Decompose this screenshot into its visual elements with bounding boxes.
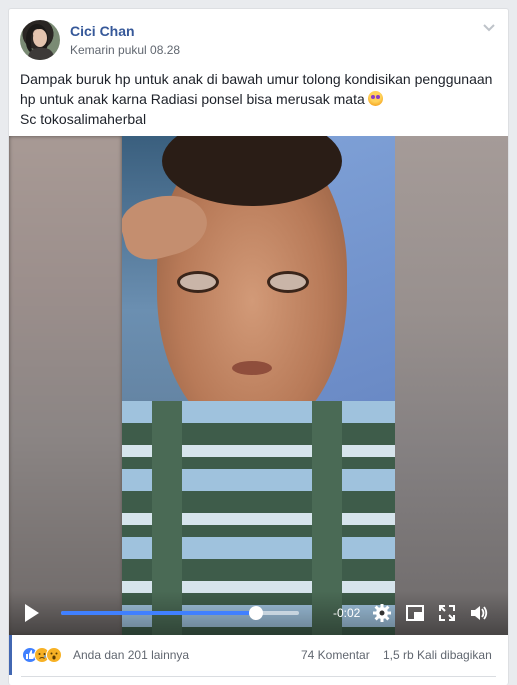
wow-reaction-icon: [46, 647, 62, 663]
woozy-face-emoji-icon: [367, 91, 383, 106]
post-header: Cici Chan Kemarin pukul 08.28: [20, 20, 497, 62]
reactions-summary[interactable]: Anda dan 201 lainnya: [73, 648, 189, 662]
post-options-chevron-icon[interactable]: [481, 20, 497, 36]
gear-icon[interactable]: [372, 603, 392, 623]
post-timestamp[interactable]: Kemarin pukul 08.28: [70, 43, 180, 57]
video-progress-fill: [61, 611, 257, 615]
post-text-line: Dampak buruk hp untuk anak di bawah umur…: [20, 71, 493, 87]
video-time-remaining: -0:02: [333, 606, 361, 620]
video-controls-bar: -0:02: [9, 591, 508, 635]
author-name[interactable]: Cici Chan: [70, 23, 135, 39]
video-progress-handle[interactable]: [249, 606, 264, 620]
post-engagement-bar: Anda dan 201 lainnya 74 Komentar 1,5 rb …: [9, 635, 508, 675]
video-player[interactable]: -0:02: [9, 136, 508, 635]
author-avatar[interactable]: [20, 20, 60, 60]
video-progress-bar[interactable]: [61, 606, 299, 620]
video-frame[interactable]: [122, 136, 395, 635]
volume-icon[interactable]: [469, 603, 489, 623]
fullscreen-icon[interactable]: [437, 603, 457, 623]
video-blur-right: [395, 136, 508, 635]
post-text-segment: hp untuk anak karna Radiasi ponsel bisa …: [20, 91, 365, 107]
comments-count-link[interactable]: 74 Komentar: [301, 648, 370, 662]
play-icon[interactable]: [23, 603, 41, 623]
post-card: Cici Chan Kemarin pukul 08.28 Dampak bur…: [8, 8, 509, 685]
post-text: Dampak buruk hp untuk anak di bawah umur…: [20, 69, 498, 129]
video-blur-left: [9, 136, 122, 635]
post-text-line: Sc tokosalimaherbal: [20, 111, 147, 127]
picture-in-picture-icon[interactable]: [405, 603, 425, 623]
post-text-line: hp untuk anak karna Radiasi ponsel bisa …: [20, 89, 498, 109]
shares-count-link[interactable]: 1,5 rb Kali dibagikan: [383, 648, 492, 662]
footer-divider: [21, 676, 496, 677]
